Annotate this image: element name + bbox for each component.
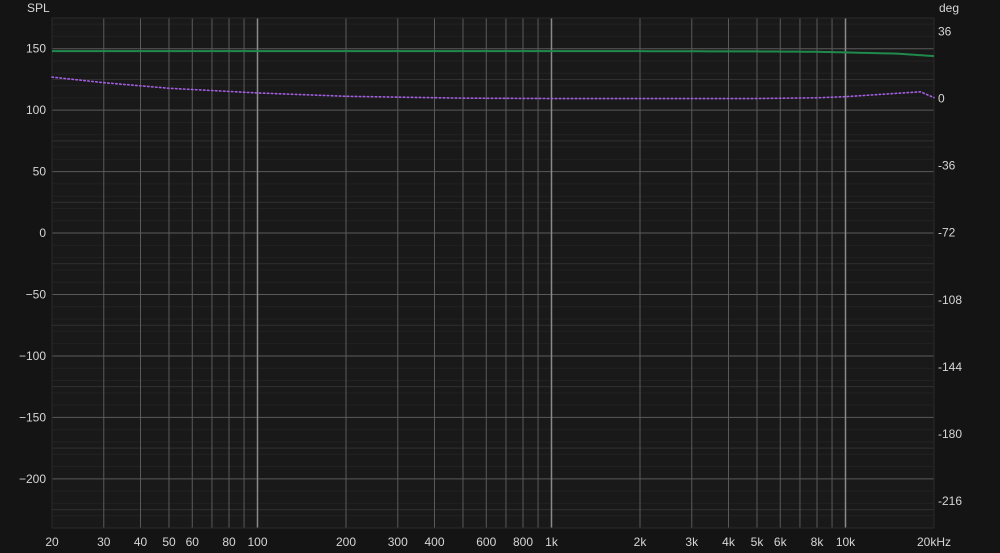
plot-area bbox=[52, 18, 934, 528]
y2-tick-label: 0 bbox=[938, 92, 945, 106]
x-tick-label: 60 bbox=[186, 535, 200, 549]
y2-tick-label: -72 bbox=[938, 226, 956, 240]
x-tick-label: 1k bbox=[545, 535, 559, 549]
x-tick-label: 30 bbox=[97, 535, 111, 549]
x-tick-label: 50 bbox=[162, 535, 176, 549]
x-tick-label: 4k bbox=[722, 535, 736, 549]
x-tick-label: 2k bbox=[634, 535, 648, 549]
x-tick-label: 20 bbox=[45, 535, 59, 549]
x-tick-label: 8k bbox=[811, 535, 825, 549]
y-tick-label: 100 bbox=[26, 103, 46, 117]
frequency-response-chart: 20 30 40 50 60 80 100 200 300 400 600 800 1k 2k 3k 4k 5k… bbox=[0, 0, 1000, 553]
y-tick-label: 50 bbox=[33, 165, 47, 179]
y2-tick-label: 36 bbox=[938, 24, 952, 38]
x-tick-label: 300 bbox=[388, 535, 408, 549]
y-tick-label: −50 bbox=[26, 288, 47, 302]
y2-tick-label: -108 bbox=[938, 293, 962, 307]
x-tick-label: 3k bbox=[685, 535, 699, 549]
x-tick-label: 40 bbox=[134, 535, 148, 549]
y2-tick-label: -180 bbox=[938, 427, 962, 441]
y-tick-label: −150 bbox=[19, 410, 46, 424]
y2-axis-title: deg bbox=[939, 1, 959, 15]
y-tick-label: −100 bbox=[19, 349, 46, 363]
x-tick-label: 200 bbox=[336, 535, 356, 549]
y2-tick-label: -216 bbox=[938, 494, 962, 508]
chart-svg: 20 30 40 50 60 80 100 200 300 400 600 800 1k 2k 3k 4k 5k… bbox=[0, 0, 1000, 553]
x-tick-label: 100 bbox=[247, 535, 267, 549]
x-tick-label: 80 bbox=[222, 535, 236, 549]
y-tick-label: 0 bbox=[39, 226, 46, 240]
x-tick-label: 5k bbox=[751, 535, 765, 549]
y-tick-label: 150 bbox=[26, 42, 46, 56]
y2-tick-label: -36 bbox=[938, 159, 956, 173]
x-tick-label: 10k bbox=[836, 535, 856, 549]
y-tick-label: −200 bbox=[19, 472, 46, 486]
x-tick-label: 600 bbox=[476, 535, 496, 549]
x-tick-label: 400 bbox=[424, 535, 444, 549]
x-tick-label: 20kHz bbox=[917, 535, 951, 549]
x-tick-label: 800 bbox=[513, 535, 533, 549]
y-axis-title: SPL bbox=[27, 1, 50, 15]
y2-tick-label: -144 bbox=[938, 360, 962, 374]
x-tick-label: 6k bbox=[774, 535, 788, 549]
